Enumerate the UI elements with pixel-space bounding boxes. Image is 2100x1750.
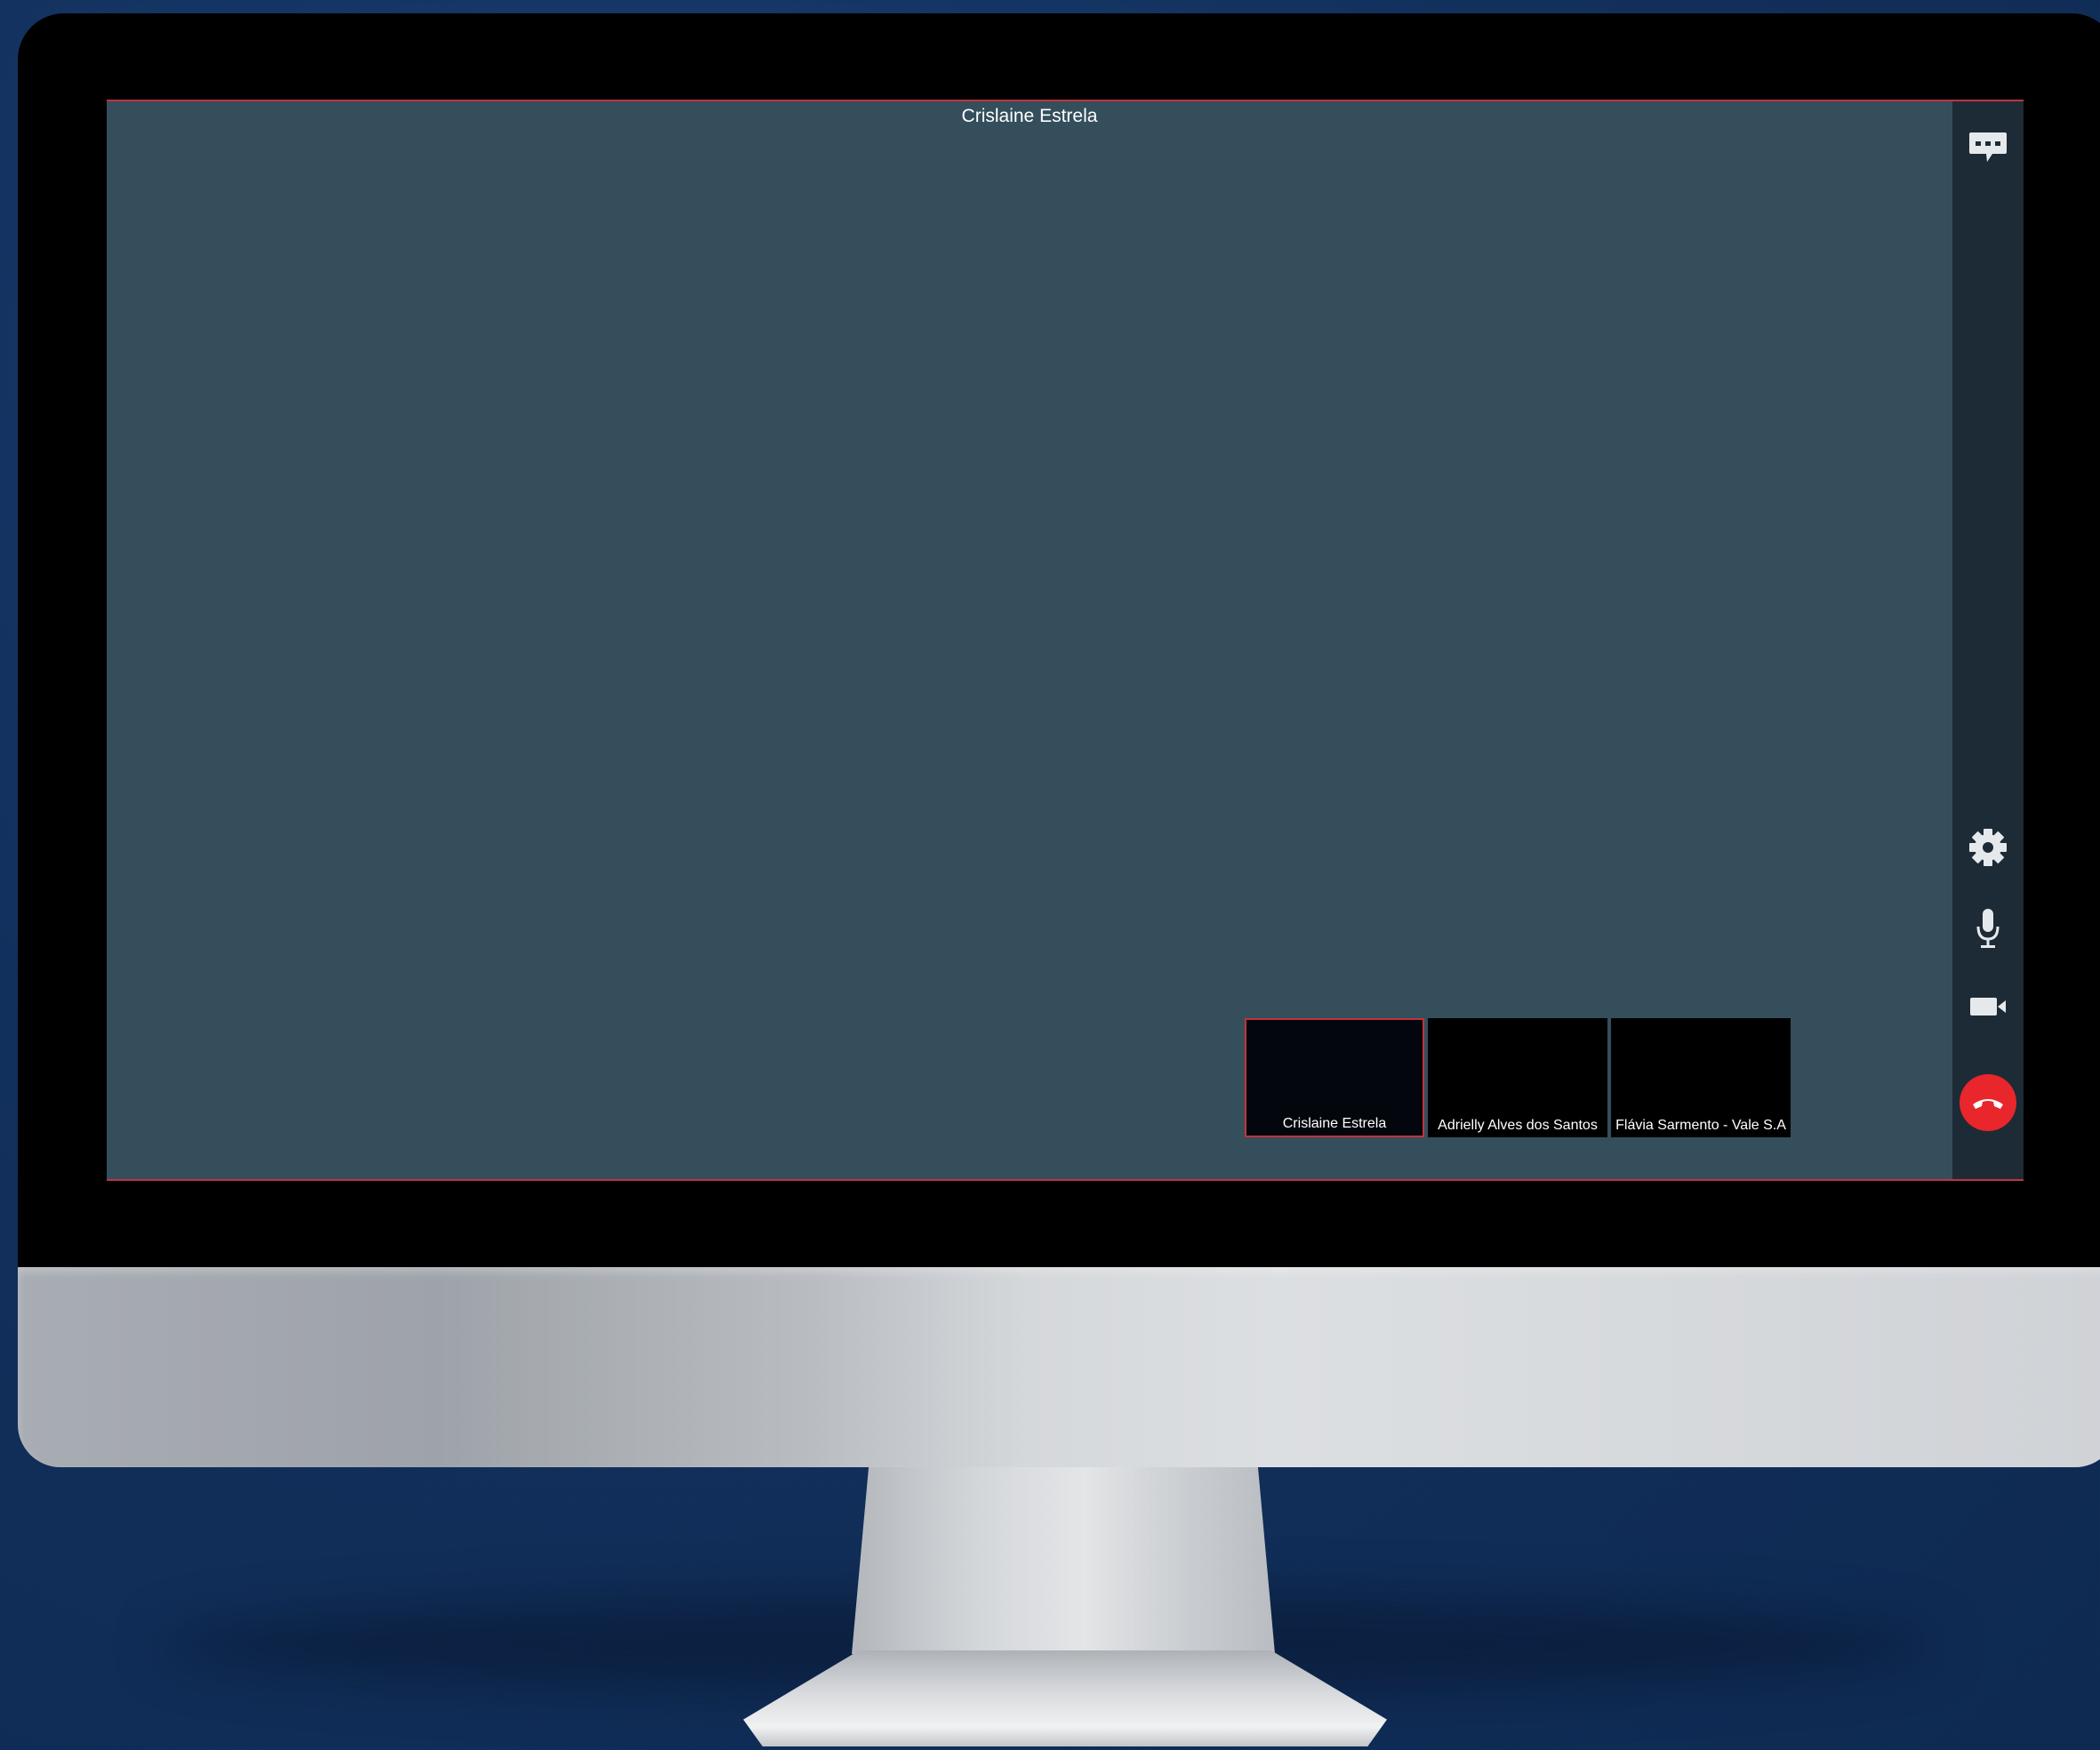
active-speaker-name: Crislaine Estrela	[961, 106, 1098, 126]
monitor-stand-base	[743, 1650, 1387, 1746]
main-video-area[interactable]: Crislaine Estrela Crislaine Estrela Adri…	[107, 101, 1952, 1179]
participant-thumbnail[interactable]: Adrielly Alves dos Santos	[1428, 1018, 1607, 1137]
microphone-icon	[1976, 909, 2000, 948]
participant-thumbnail[interactable]: Crislaine Estrela	[1245, 1018, 1424, 1137]
camera-button[interactable]	[1966, 989, 2010, 1024]
participant-name: Adrielly Alves dos Santos	[1438, 1118, 1598, 1133]
participant-name: Flávia Sarmento - Vale S.A	[1615, 1118, 1786, 1133]
camera-icon	[1970, 998, 2006, 1015]
monitor-chin	[18, 1267, 2100, 1467]
monitor-stand-neck	[852, 1467, 1275, 1654]
participant-thumbnail[interactable]: Flávia Sarmento - Vale S.A	[1611, 1018, 1791, 1137]
hang-up-icon	[1973, 1099, 2003, 1109]
chat-button[interactable]	[1966, 128, 2010, 167]
participant-name: Crislaine Estrela	[1282, 1116, 1387, 1131]
participant-thumbnails: Crislaine Estrela Adrielly Alves dos San…	[1245, 1018, 1791, 1137]
hang-up-button[interactable]	[1960, 1074, 2016, 1131]
video-call-window: Crislaine Estrela Crislaine Estrela Adri…	[107, 100, 2024, 1181]
microphone-button[interactable]	[1966, 905, 2010, 953]
settings-button[interactable]	[1966, 825, 2010, 870]
call-controls-toolbar	[1952, 101, 2024, 1179]
chat-icon	[1969, 132, 2007, 162]
gear-icon	[1969, 829, 2007, 866]
